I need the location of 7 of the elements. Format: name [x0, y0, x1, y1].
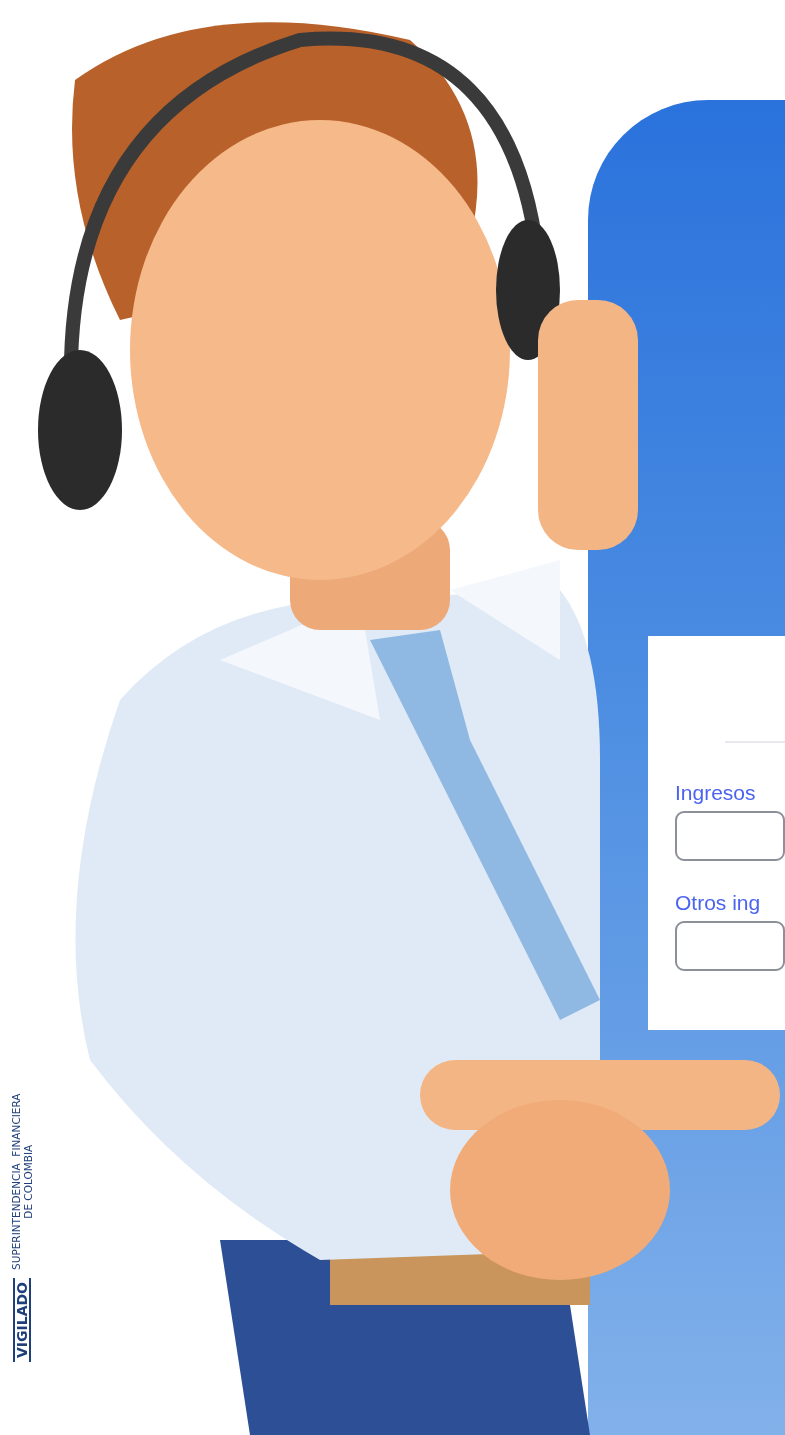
vigilado-badge: VIGILADO [13, 1277, 31, 1362]
input-field[interactable] [675, 921, 785, 971]
input-field[interactable] [675, 811, 785, 861]
authority-text: SUPERINTENDENCIA FINANCIERA [10, 1093, 22, 1270]
field-label: Otros ing [675, 891, 762, 915]
authority-text: DE COLOMBIA [22, 1144, 34, 1219]
field-label: Ingresos [675, 781, 757, 805]
